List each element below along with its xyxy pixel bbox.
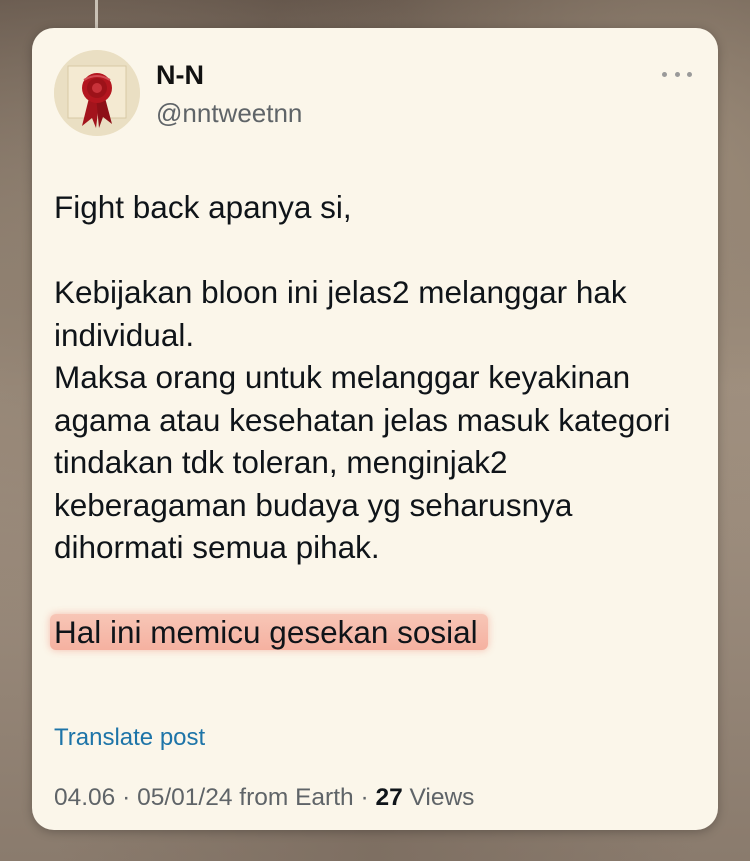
post-date[interactable]: 05/01/24 — [137, 784, 232, 811]
avatar[interactable] — [54, 50, 140, 136]
more-options-icon[interactable] — [662, 64, 692, 84]
post-line: agama atau kesehatan jelas masuk kategor… — [54, 401, 671, 438]
views-label: Views — [409, 784, 475, 811]
post-metadata: 04.06 · 05/01/24 from Earth · 27 Views — [54, 784, 474, 812]
dot — [687, 71, 692, 77]
post-card[interactable]: N-N @nntweetnn Fight back apanya si, Keb… — [32, 28, 718, 830]
views-count: 27 — [375, 784, 403, 811]
post-line: Maksa orang untuk melanggar keyakinan — [54, 359, 631, 395]
post-source: from Earth — [239, 784, 354, 811]
post-line: individual. — [54, 316, 195, 353]
post-line: Kebijakan bloon ini jelas2 melanggar hak — [54, 274, 627, 310]
separator: · — [122, 784, 138, 811]
post-line: Fight back apanya si, — [54, 189, 352, 225]
dot — [662, 71, 667, 77]
post-line: keberagaman budaya yg seharusnya — [54, 486, 573, 523]
dot — [674, 71, 680, 77]
user-handle[interactable]: @nntweetnn — [156, 98, 302, 129]
post-time[interactable]: 04.06 — [54, 784, 115, 811]
post-text: Fight back apanya si, Kebijakan bloon in… — [50, 186, 704, 654]
post-line: tindakan tdk toleran, menginjak2 — [54, 444, 508, 480]
separator: · — [360, 784, 376, 811]
display-name[interactable]: N-N — [156, 60, 204, 91]
wax-seal-icon — [54, 50, 140, 136]
translate-post-link[interactable]: Translate post — [54, 724, 205, 752]
post-line: dihormati semua pihak. — [54, 529, 380, 565]
highlighted-sentence: Hal ini memicu gesekan sosial — [50, 614, 488, 650]
